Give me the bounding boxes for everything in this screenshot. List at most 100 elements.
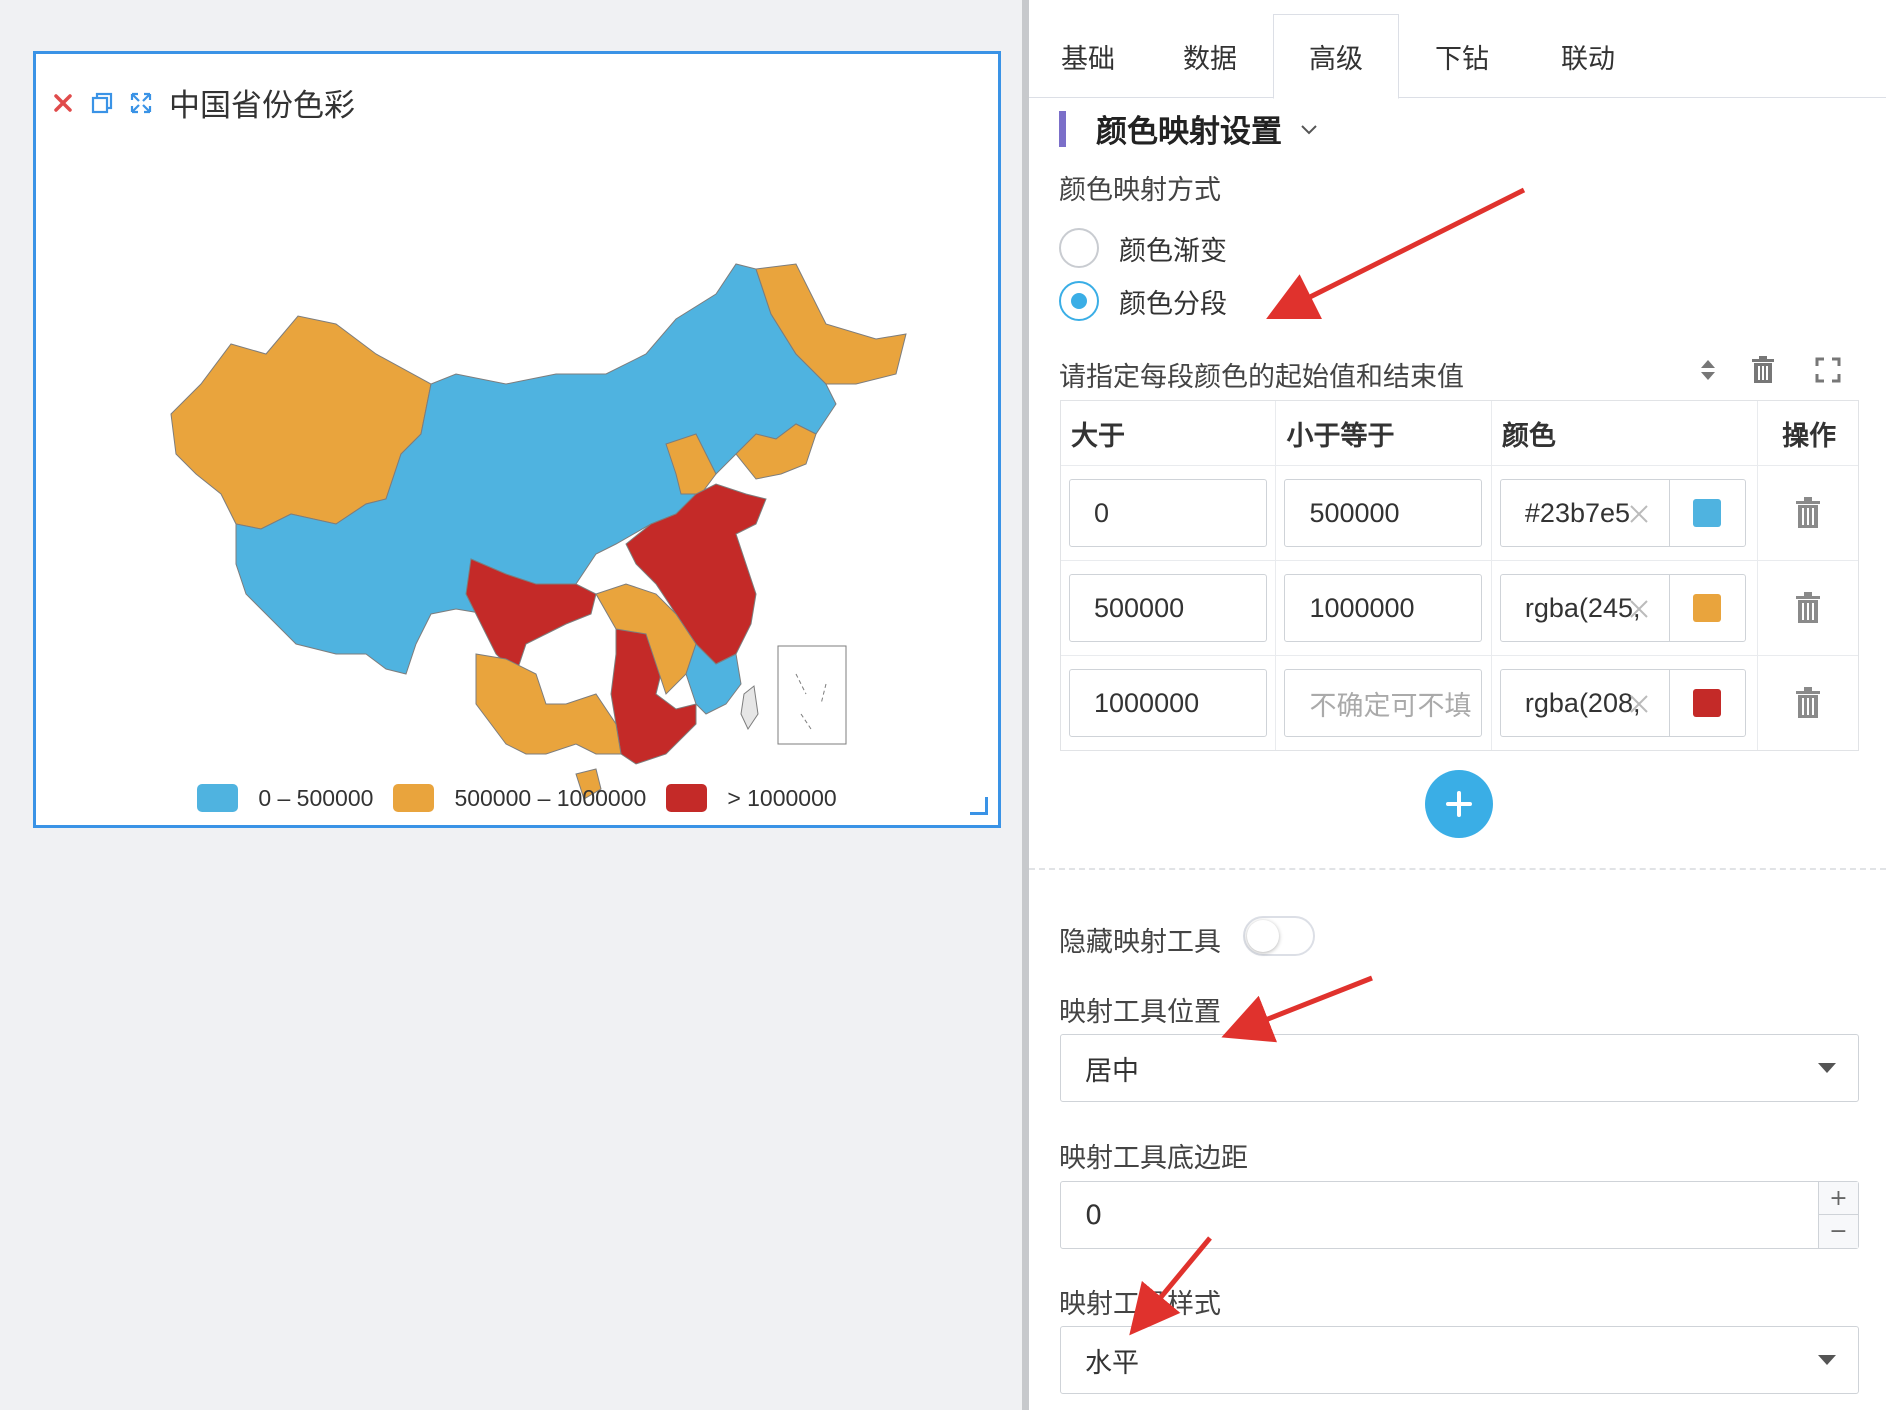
tab-data[interactable]: 数据 bbox=[1147, 14, 1273, 98]
china-map bbox=[170, 263, 907, 800]
color-input[interactable]: rgba(208, bbox=[1499, 669, 1746, 737]
legend-item[interactable]: > 1000000 bbox=[666, 784, 837, 812]
add-segment-button[interactable] bbox=[1425, 770, 1493, 838]
clear-icon[interactable] bbox=[1625, 595, 1653, 623]
tab-drilldown[interactable]: 下钻 bbox=[1399, 14, 1525, 98]
stepper: + − bbox=[1818, 1182, 1858, 1248]
color-picker[interactable] bbox=[1668, 670, 1745, 736]
header-lte: 小于等于 bbox=[1276, 401, 1492, 465]
cell-gt: 500000 bbox=[1061, 561, 1277, 655]
bottom-margin-label: 映射工具底边距 bbox=[1059, 1143, 1248, 1174]
trash-icon[interactable] bbox=[1795, 497, 1821, 529]
copy-icon[interactable] bbox=[85, 86, 119, 120]
radio-button[interactable] bbox=[1059, 228, 1099, 268]
radio-button[interactable] bbox=[1059, 281, 1099, 321]
color-input[interactable]: #23b7e5 bbox=[1499, 479, 1746, 547]
radio-gradient[interactable]: 颜色渐变 bbox=[1059, 228, 1227, 268]
section-header[interactable]: 颜色映射设置 bbox=[1059, 106, 1320, 151]
tab-bar: 基础 数据 高级 下钻 联动 bbox=[1029, 14, 1886, 99]
map-widget[interactable]: 中国省份色彩 0 – 500000 500000 – 1000000 > 100… bbox=[33, 51, 1001, 828]
legend-item[interactable]: 0 – 500000 bbox=[197, 784, 373, 812]
decrement-button[interactable]: − bbox=[1819, 1215, 1858, 1248]
color-swatch bbox=[1693, 499, 1722, 527]
map-region-taiwan[interactable] bbox=[740, 685, 759, 731]
hide-tool-label: 隐藏映射工具 bbox=[1059, 927, 1221, 958]
color-picker[interactable] bbox=[1668, 575, 1745, 641]
segments-table: 大于 小于等于 颜色 操作 0 500000 #23b7e5 500000 10… bbox=[1060, 400, 1859, 751]
style-select[interactable]: 水平 bbox=[1060, 1326, 1859, 1394]
map-region-orange-south[interactable] bbox=[475, 653, 622, 755]
tab-basic[interactable]: 基础 bbox=[1029, 14, 1147, 98]
bottom-margin-input[interactable]: 0 + − bbox=[1060, 1181, 1859, 1249]
color-picker[interactable] bbox=[1668, 480, 1745, 546]
table-row: 1000000 不确定可不填 rgba(208, bbox=[1061, 656, 1858, 750]
lte-input[interactable]: 1000000 bbox=[1284, 574, 1483, 642]
sort-icon[interactable] bbox=[1690, 352, 1726, 388]
style-label: 映射工具样式 bbox=[1059, 1289, 1221, 1320]
trash-icon[interactable] bbox=[1795, 687, 1821, 719]
close-icon[interactable] bbox=[46, 86, 80, 120]
fullscreen-icon[interactable] bbox=[1810, 352, 1846, 388]
tab-advanced[interactable]: 高级 bbox=[1273, 14, 1399, 99]
radio-label: 颜色渐变 bbox=[1119, 235, 1227, 267]
caret-down-icon bbox=[1818, 1355, 1836, 1365]
widget-header: 中国省份色彩 bbox=[46, 80, 355, 125]
mapping-mode-label: 颜色映射方式 bbox=[1059, 175, 1221, 206]
legend-swatch bbox=[197, 784, 239, 812]
trash-icon[interactable] bbox=[1795, 592, 1821, 624]
cell-lte: 1000000 bbox=[1276, 561, 1492, 655]
lte-input[interactable]: 不确定可不填 bbox=[1284, 669, 1483, 737]
section-accent-bar bbox=[1059, 110, 1066, 147]
settings-panel: 基础 数据 高级 下钻 联动 颜色映射设置 颜色映射方式 颜色渐变 颜色分段 请… bbox=[1029, 0, 1886, 1410]
resize-handle[interactable] bbox=[970, 797, 988, 815]
cell-action bbox=[1758, 466, 1858, 560]
section-title: 颜色映射设置 bbox=[1096, 114, 1282, 150]
clear-icon[interactable] bbox=[1625, 500, 1653, 528]
header-color: 颜色 bbox=[1492, 401, 1759, 465]
plus-icon bbox=[1446, 791, 1472, 817]
table-row: 0 500000 #23b7e5 bbox=[1061, 466, 1858, 561]
gt-input[interactable]: 0 bbox=[1069, 479, 1267, 547]
color-swatch bbox=[1693, 689, 1722, 717]
tab-linkage[interactable]: 联动 bbox=[1525, 14, 1651, 98]
trash-all-icon[interactable] bbox=[1745, 352, 1781, 388]
header-gt: 大于 bbox=[1061, 401, 1277, 465]
hide-tool-switch[interactable] bbox=[1243, 916, 1315, 956]
radio-segment[interactable]: 颜色分段 bbox=[1059, 281, 1227, 321]
chevron-down-icon[interactable] bbox=[1298, 118, 1320, 140]
segments-hint: 请指定每段颜色的起始值和结束值 bbox=[1059, 362, 1464, 393]
cell-gt: 0 bbox=[1061, 466, 1277, 560]
clear-icon[interactable] bbox=[1625, 690, 1653, 718]
gt-input[interactable]: 500000 bbox=[1069, 574, 1267, 642]
position-select[interactable]: 居中 bbox=[1060, 1034, 1859, 1102]
gt-input[interactable]: 1000000 bbox=[1069, 669, 1267, 737]
style-value: 水平 bbox=[1085, 1347, 1139, 1379]
legend-swatch bbox=[666, 784, 708, 812]
color-input[interactable]: rgba(245, bbox=[1499, 574, 1746, 642]
map-legend: 0 – 500000 500000 – 1000000 > 1000000 bbox=[36, 784, 998, 812]
table-row: 500000 1000000 rgba(245, bbox=[1061, 561, 1858, 656]
color-swatch bbox=[1693, 594, 1722, 622]
lte-input[interactable]: 500000 bbox=[1284, 479, 1483, 547]
bottom-margin-value: 0 bbox=[1085, 1199, 1103, 1231]
south-sea-inset bbox=[777, 645, 847, 745]
cell-action bbox=[1758, 561, 1858, 655]
legend-label: 0 – 500000 bbox=[258, 784, 374, 811]
position-label: 映射工具位置 bbox=[1059, 997, 1221, 1028]
position-value: 居中 bbox=[1085, 1055, 1139, 1087]
legend-item[interactable]: 500000 – 1000000 bbox=[393, 784, 646, 812]
widget-title: 中国省份色彩 bbox=[169, 88, 355, 124]
caret-down-icon bbox=[1818, 1063, 1836, 1073]
legend-swatch bbox=[393, 784, 435, 812]
section-divider bbox=[1029, 868, 1886, 870]
legend-label: > 1000000 bbox=[727, 784, 837, 811]
cell-color: rgba(245, bbox=[1492, 561, 1759, 655]
cell-lte: 不确定可不填 bbox=[1276, 656, 1492, 750]
cell-color: rgba(208, bbox=[1492, 656, 1759, 750]
panel-divider[interactable] bbox=[1022, 0, 1029, 1410]
expand-icon[interactable] bbox=[124, 86, 158, 120]
increment-button[interactable]: + bbox=[1819, 1182, 1858, 1215]
cell-gt: 1000000 bbox=[1061, 656, 1277, 750]
cell-action bbox=[1758, 656, 1858, 750]
radio-label: 颜色分段 bbox=[1119, 288, 1227, 320]
